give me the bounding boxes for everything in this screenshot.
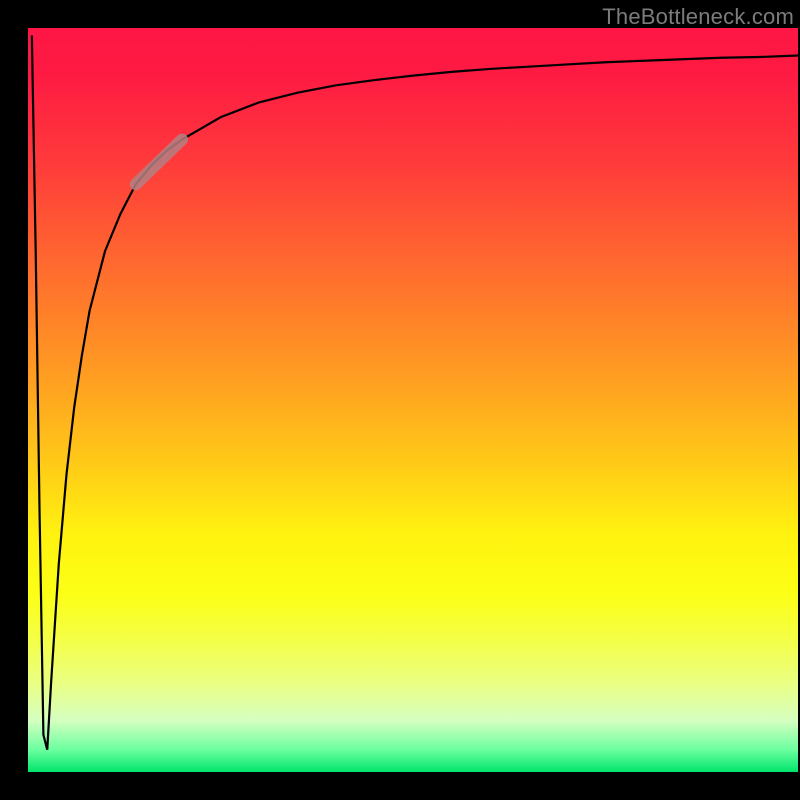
curve-svg [28, 28, 798, 772]
plot-area [28, 28, 798, 772]
bottleneck-curve [32, 35, 798, 749]
chart-frame: TheBottleneck.com [0, 0, 800, 800]
highlight-segment [136, 140, 182, 185]
watermark-text: TheBottleneck.com [602, 4, 794, 30]
